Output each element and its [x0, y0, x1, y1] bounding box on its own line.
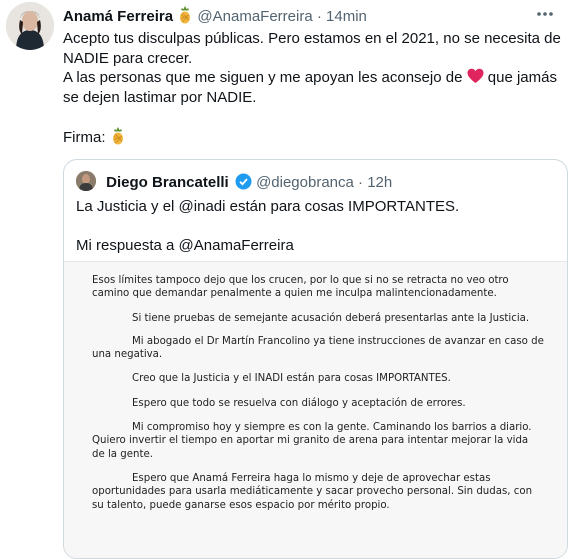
- timestamp[interactable]: 14min: [326, 8, 367, 25]
- quoted-timestamp[interactable]: 12h: [367, 174, 392, 191]
- statement-paragraph: Espero que Anamá Ferreira haga lo mismo …: [92, 472, 533, 511]
- separator: ·: [358, 174, 364, 191]
- quoted-avatar[interactable]: [76, 171, 96, 191]
- pineapple-icon: [110, 126, 126, 145]
- tweet-line: A las personas que me siguen y me apoyan…: [63, 68, 563, 107]
- statement-paragraph: Si tiene pruebas de semejante acusación …: [132, 312, 530, 324]
- statement-image[interactable]: Esos límites tampoco dejo que los crucen…: [64, 261, 567, 558]
- tweet-header: Anamá Ferreira @AnamaFerreira · 14min: [63, 6, 549, 26]
- avatar[interactable]: [6, 2, 54, 50]
- statement-text: Esos límites tampoco dejo que los crucen…: [92, 274, 544, 523]
- tweet-line-part: A las personas que me siguen y me apoyan…: [63, 69, 463, 86]
- signature-label: Firma:: [63, 128, 106, 146]
- quoted-line: Mi respuesta a @AnamaFerreira: [76, 237, 294, 254]
- author-handle[interactable]: @AnamaFerreira: [197, 8, 312, 25]
- quoted-tweet-header: Diego Brancatelli @diegobranca · 12h: [76, 171, 392, 191]
- statement-paragraph: Mi compromiso hoy y siempre es con la ge…: [92, 422, 532, 460]
- quoted-author-handle[interactable]: @diegobranca: [256, 174, 354, 191]
- quoted-author-name[interactable]: Diego Brancatelli: [106, 174, 229, 191]
- quoted-tweet-text: La Justicia y el @inadi están para cosas…: [76, 197, 556, 256]
- verified-badge-icon: [235, 173, 252, 190]
- author-name[interactable]: Anamá Ferreira: [63, 8, 173, 25]
- separator: ·: [316, 8, 322, 25]
- pineapple-icon: [177, 6, 193, 24]
- tweet-line: Firma:: [63, 126, 563, 148]
- statement-paragraph: Espero que todo se resuelva con diálogo …: [132, 397, 466, 409]
- quoted-line: La Justicia y el @inadi están para cosas…: [76, 198, 460, 215]
- tweet[interactable]: Anamá Ferreira @AnamaFerreira · 14min Ac…: [0, 0, 569, 559]
- statement-paragraph: Creo que la Justicia y el INADI están pa…: [132, 373, 451, 385]
- more-options-icon[interactable]: [533, 4, 557, 24]
- statement-paragraph: Mi abogado el Dr Martín Francolino ya ti…: [92, 335, 544, 361]
- tweet-text: Acepto tus disculpas públicas. Pero esta…: [63, 29, 563, 147]
- heart-icon: [467, 68, 484, 84]
- tweet-line: Acepto tus disculpas públicas. Pero esta…: [63, 30, 561, 67]
- statement-paragraph: Esos límites tampoco dejo que los crucen…: [92, 275, 509, 300]
- quoted-tweet[interactable]: Diego Brancatelli @diegobranca · 12h La …: [63, 159, 568, 559]
